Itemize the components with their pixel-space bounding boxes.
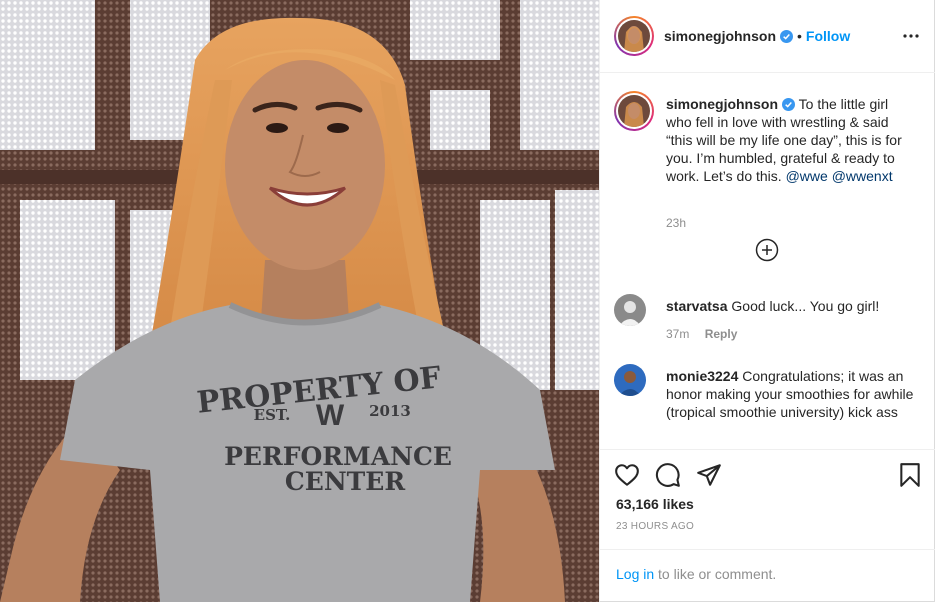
caption-time[interactable]: 23h bbox=[666, 216, 686, 230]
post-actions: 63,166 likes 23 HOURS AGO bbox=[600, 449, 935, 549]
follow-button[interactable]: Follow bbox=[806, 28, 850, 44]
add-comment-icon[interactable] bbox=[755, 238, 779, 262]
commenter-avatar[interactable] bbox=[614, 364, 646, 396]
post-photo[interactable]: PROPERTY OF EST. W 2013 PERFORMANCE CENT… bbox=[0, 0, 599, 602]
post-header: simonegjohnson • Follow bbox=[600, 0, 935, 73]
comment-icon[interactable] bbox=[655, 462, 681, 488]
caption-username[interactable]: simonegjohnson bbox=[666, 96, 778, 112]
heart-icon[interactable] bbox=[614, 462, 640, 488]
commenter-username[interactable]: monie3224 bbox=[666, 368, 738, 384]
mention-wwe[interactable]: @wwe bbox=[786, 168, 828, 184]
reply-button[interactable]: Reply bbox=[705, 327, 738, 341]
posted-time[interactable]: 23 HOURS AGO bbox=[616, 521, 694, 532]
login-prompt: Log in to like or comment. bbox=[600, 549, 935, 601]
comment-body: Good luck... You go girl! bbox=[731, 298, 880, 314]
comment-meta: 37m Reply bbox=[666, 327, 737, 341]
verified-badge-icon bbox=[780, 29, 793, 43]
caption-avatar[interactable] bbox=[614, 91, 654, 131]
verified-badge-icon bbox=[782, 98, 795, 111]
likes-count[interactable]: 63,166 likes bbox=[616, 496, 694, 512]
post-photo-illustration: PROPERTY OF EST. W 2013 PERFORMANCE CENT… bbox=[0, 0, 599, 602]
comments-list[interactable]: simonegjohnson To the little girl who fe… bbox=[600, 74, 935, 447]
shirt-year: 2013 bbox=[369, 402, 411, 420]
post-side-panel: simonegjohnson • Follow simonegjohnson T… bbox=[599, 0, 935, 602]
comment-text: monie3224 Congratulations; it was an hon… bbox=[666, 367, 916, 421]
login-rest: to like or comment. bbox=[658, 566, 777, 582]
share-icon[interactable] bbox=[696, 462, 722, 488]
login-link[interactable]: Log in bbox=[616, 566, 654, 582]
shirt-logo: W bbox=[316, 399, 345, 432]
mention-wwenxt[interactable]: @wwenxt bbox=[832, 168, 893, 184]
comment-text: starvatsa Good luck... You go girl! bbox=[666, 297, 916, 315]
profile-avatar[interactable] bbox=[614, 16, 654, 56]
separator-dot: • bbox=[797, 28, 802, 44]
bookmark-icon[interactable] bbox=[897, 462, 923, 488]
caption-text: simonegjohnson To the little girl who fe… bbox=[666, 95, 916, 185]
comment-time[interactable]: 37m bbox=[666, 327, 689, 341]
shirt-est: EST. bbox=[254, 406, 291, 424]
more-options-icon[interactable] bbox=[899, 24, 923, 48]
header-username[interactable]: simonegjohnson bbox=[664, 28, 776, 44]
commenter-username[interactable]: starvatsa bbox=[666, 298, 728, 314]
shirt-line3: CENTER bbox=[285, 467, 405, 496]
commenter-avatar[interactable] bbox=[614, 294, 646, 326]
